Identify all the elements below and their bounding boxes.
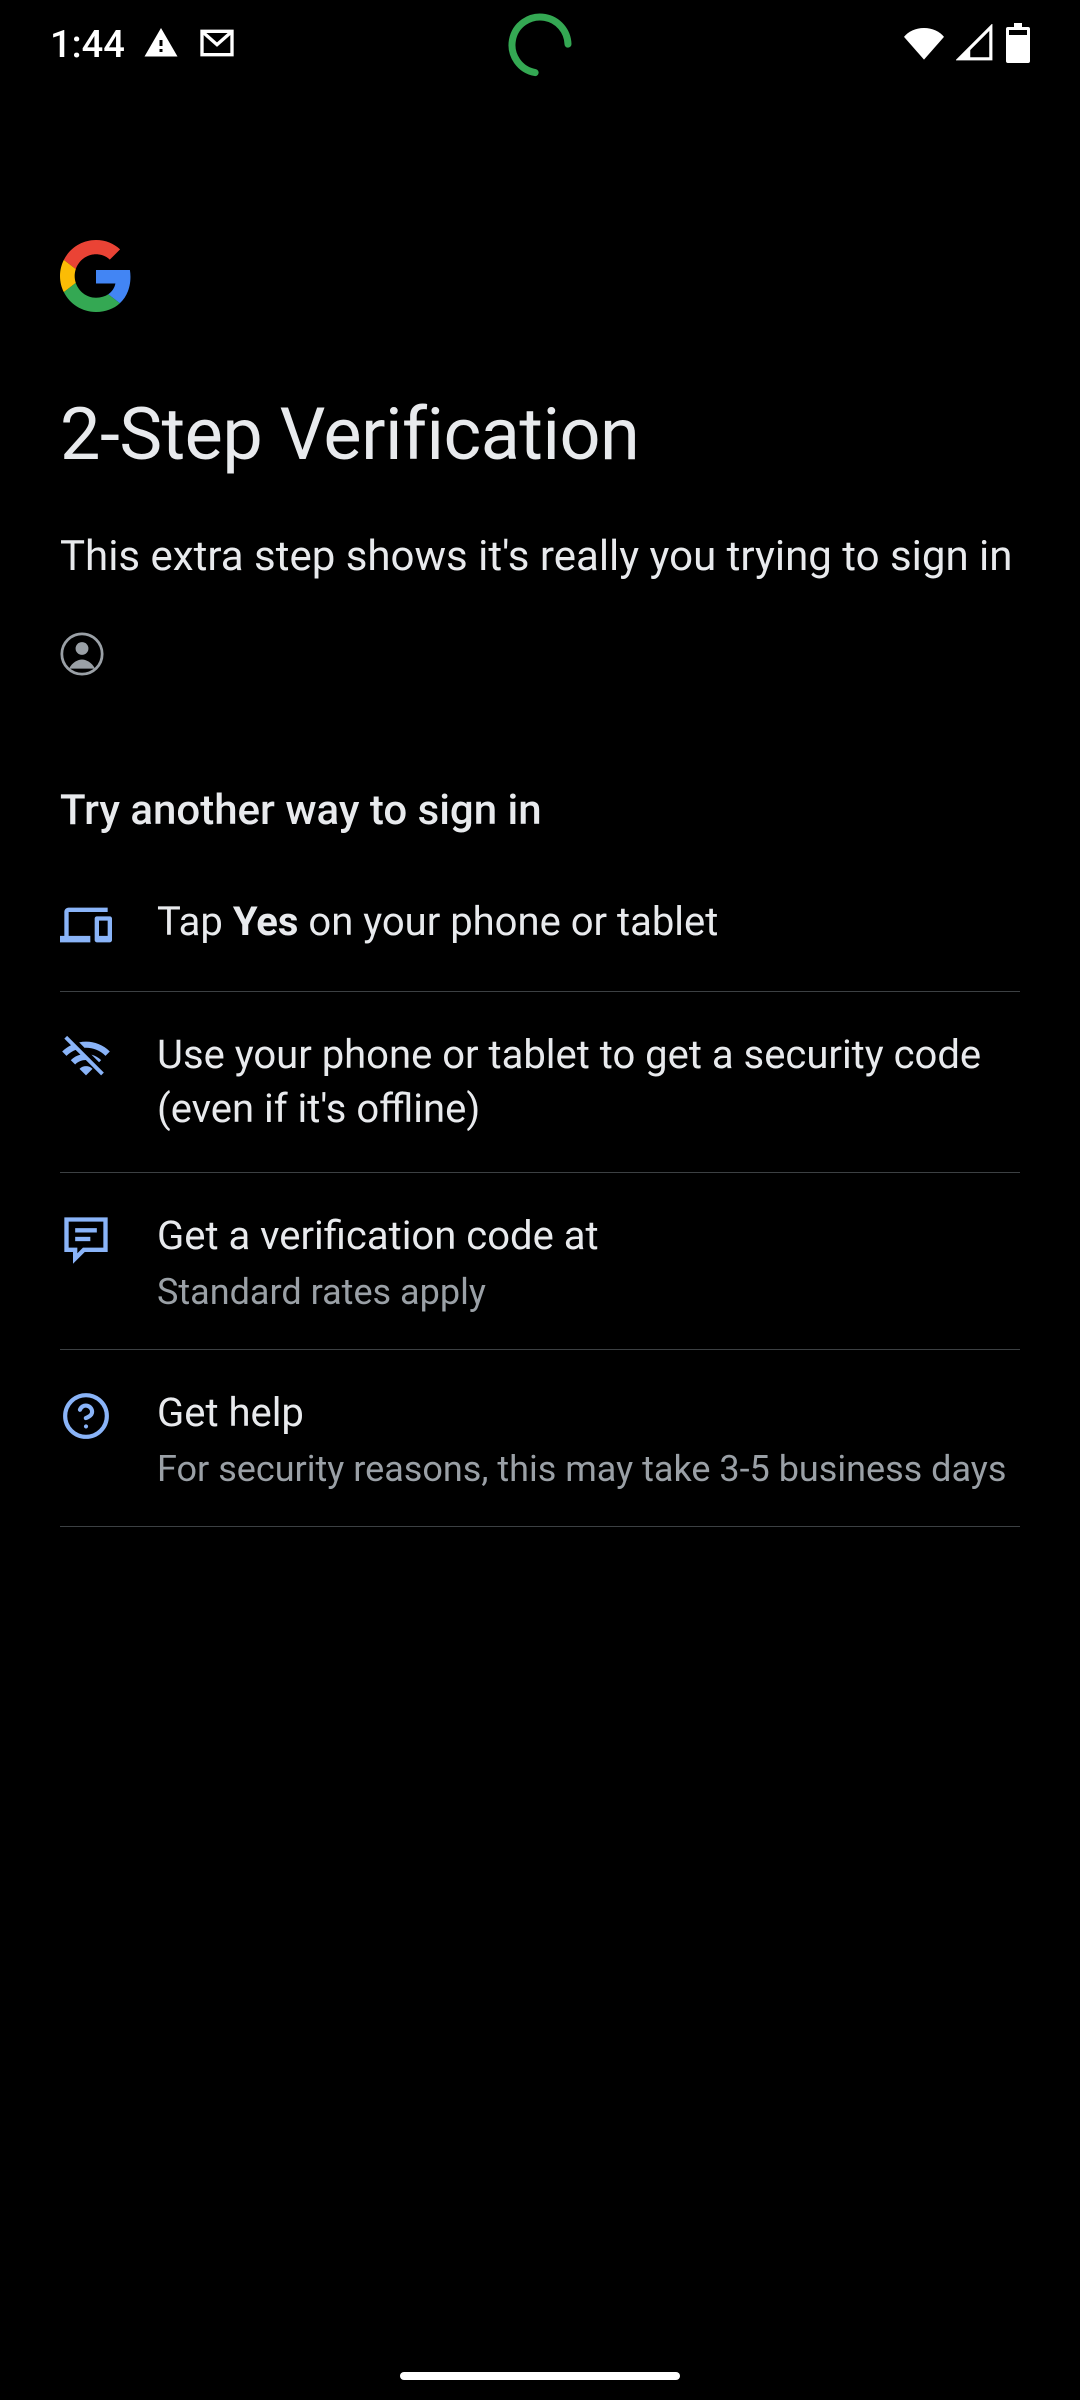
gmail-icon xyxy=(197,23,237,67)
option-text: Use your phone or tablet to get a securi… xyxy=(157,1028,1020,1136)
option-label: Use your phone or tablet to get a securi… xyxy=(157,1028,1020,1136)
account-avatar-icon[interactable] xyxy=(60,632,104,676)
signin-options-list: Tap Yes on your phone or tablet Use your… xyxy=(60,895,1020,1527)
wifi-icon xyxy=(904,23,944,67)
wifi-off-icon xyxy=(60,1032,112,1084)
option-verification-code[interactable]: Get a verification code at Standard rate… xyxy=(60,1173,1020,1350)
option-label: Tap Yes on your phone or tablet xyxy=(157,895,1020,949)
status-left: 1:44 xyxy=(50,23,237,67)
option-get-help[interactable]: Get help For security reasons, this may … xyxy=(60,1350,1020,1527)
battery-icon xyxy=(1006,23,1030,67)
option-text: Tap Yes on your phone or tablet xyxy=(157,895,1020,949)
message-icon xyxy=(60,1213,112,1265)
page-title: 2-Step Verification xyxy=(60,392,1020,477)
status-right xyxy=(904,23,1030,67)
option-text: Get a verification code at Standard rate… xyxy=(157,1209,1020,1313)
status-time: 1:44 xyxy=(50,23,125,67)
option-subtext: For security reasons, this may take 3-5 … xyxy=(157,1448,1020,1490)
help-icon xyxy=(60,1390,112,1442)
page-subtitle: This extra step shows it's really you tr… xyxy=(60,527,1020,587)
option-subtext: Standard rates apply xyxy=(157,1271,1020,1313)
navigation-handle[interactable] xyxy=(400,2372,680,2380)
option-tap-yes[interactable]: Tap Yes on your phone or tablet xyxy=(60,895,1020,992)
main-content: 2-Step Verification This extra step show… xyxy=(0,90,1080,1527)
warning-icon xyxy=(143,25,179,65)
option-offline-code[interactable]: Use your phone or tablet to get a securi… xyxy=(60,992,1020,1173)
option-label: Get a verification code at xyxy=(157,1209,1020,1263)
google-logo-icon xyxy=(60,240,132,312)
section-heading: Try another way to sign in xyxy=(60,786,1020,835)
status-bar: 1:44 xyxy=(0,0,1080,90)
option-label: Get help xyxy=(157,1386,1020,1440)
option-text: Get help For security reasons, this may … xyxy=(157,1386,1020,1490)
devices-icon xyxy=(60,899,112,951)
loading-spinner-icon xyxy=(505,10,575,80)
signal-icon xyxy=(956,24,994,66)
